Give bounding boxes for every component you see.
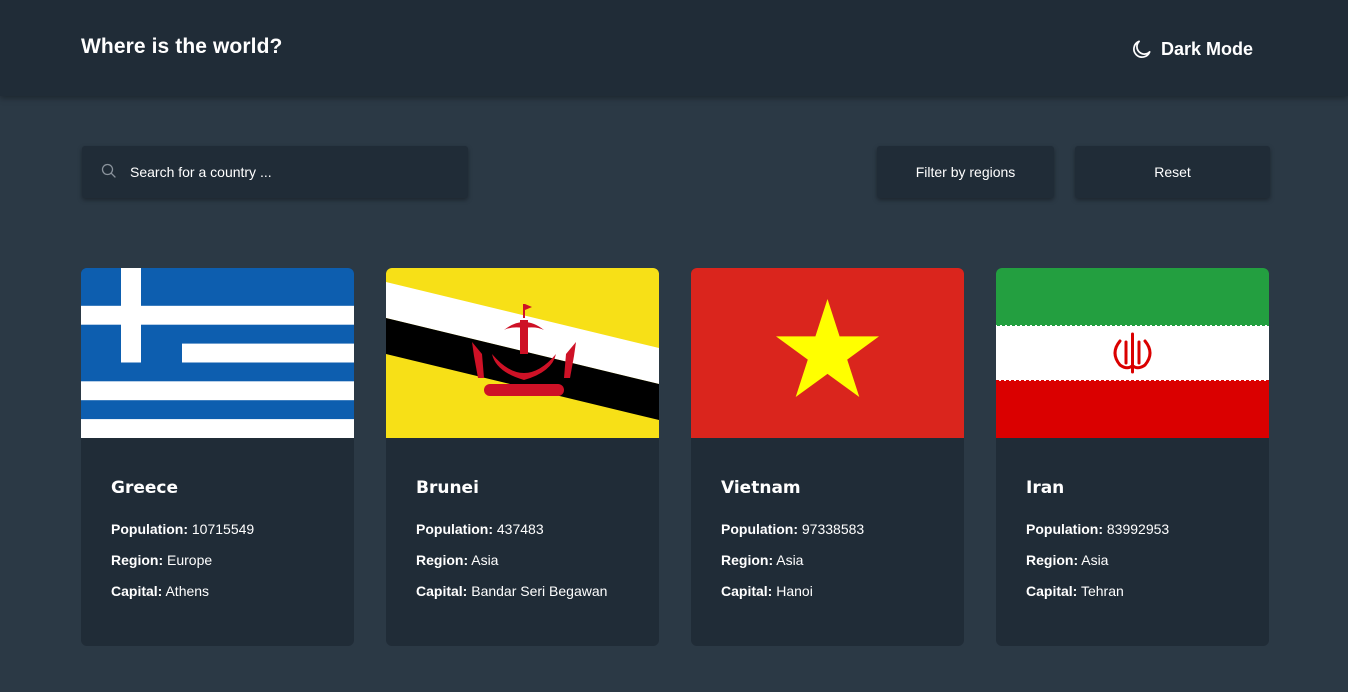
region-row: Region: Europe — [111, 552, 213, 568]
population-row: Population: 97338583 — [721, 521, 865, 537]
country-card-vietnam[interactable]: Vietnam Population: 97338583 Region: Asi… — [691, 268, 964, 646]
search-icon — [101, 163, 117, 179]
country-name: Brunei — [416, 478, 479, 498]
country-name: Greece — [111, 478, 179, 498]
capital-row: Capital: Bandar Seri Begawan — [416, 583, 608, 599]
country-name: Vietnam — [721, 478, 801, 498]
dark-mode-label: Dark Mode — [1161, 38, 1254, 59]
app-title: Where is the world? — [81, 35, 283, 58]
reset-button[interactable]: Reset — [1075, 146, 1270, 198]
app-header: Where is the world? Dark Mode — [0, 0, 1348, 96]
population-row: Population: 10715549 — [111, 521, 255, 537]
country-name: Iran — [1026, 478, 1065, 498]
capital-row: Capital: Tehran — [1026, 583, 1124, 599]
region-row: Region: Asia — [721, 552, 804, 568]
region-row: Region: Asia — [1026, 552, 1109, 568]
iran-flag — [996, 268, 1269, 438]
population-row: Population: 437483 — [416, 521, 544, 537]
filter-by-region-button[interactable]: Filter by regions — [877, 146, 1054, 198]
population-row: Population: 83992953 — [1026, 521, 1170, 537]
search-box[interactable] — [82, 146, 468, 198]
country-card-iran[interactable]: Iran Population: 83992953 Region: Asia C… — [996, 268, 1269, 646]
country-card-greece[interactable]: Greece Population: 10715549 Region: Euro… — [81, 268, 354, 646]
vietnam-flag — [691, 268, 964, 438]
country-card-brunei[interactable]: Brunei Population: 437483 Region: Asia C… — [386, 268, 659, 646]
greece-flag — [81, 268, 354, 438]
search-input[interactable] — [130, 146, 460, 198]
dark-mode-toggle[interactable]: Dark Mode — [1130, 36, 1253, 62]
brunei-flag — [386, 268, 659, 438]
capital-row: Capital: Athens — [111, 583, 210, 599]
capital-row: Capital: Hanoi — [721, 583, 813, 599]
moon-icon — [1130, 38, 1153, 61]
region-row: Region: Asia — [416, 552, 499, 568]
